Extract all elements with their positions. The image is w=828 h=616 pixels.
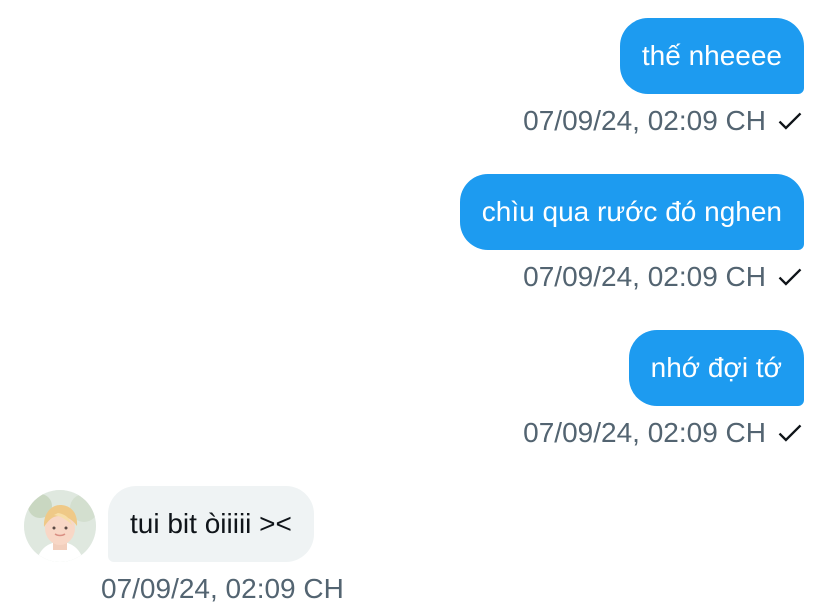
message-bubble[interactable]: thế nheeee	[619, 18, 804, 94]
avatar-icon[interactable]	[24, 490, 96, 562]
checkmark-icon	[778, 268, 802, 286]
conversation-thread: thế nheeee 07/09/24, 02:09 CH chìu qua r…	[0, 0, 828, 616]
message-timestamp: 07/09/24, 02:09 CH	[523, 417, 766, 448]
message-bubble[interactable]: tui bit òiiiii ><	[108, 486, 314, 562]
message-outgoing[interactable]: nhớ đợi tớ 07/09/24, 02:09 CH	[523, 330, 804, 450]
checkmark-icon	[778, 424, 802, 442]
message-bubble[interactable]: nhớ đợi tớ	[628, 330, 804, 406]
message-timestamp: 07/09/24, 02:09 CH	[523, 105, 766, 136]
message-timestamp: 07/09/24, 02:09 CH	[101, 573, 344, 604]
checkmark-icon	[778, 112, 802, 130]
message-outgoing[interactable]: thế nheeee 07/09/24, 02:09 CH	[523, 18, 804, 138]
message-outgoing[interactable]: chìu qua rước đó nghen 07/09/24, 02:09 C…	[459, 174, 804, 294]
message-row: tui bit òiiiii ><	[24, 486, 344, 562]
message-bubble[interactable]: chìu qua rước đó nghen	[459, 174, 804, 250]
message-timestamp: 07/09/24, 02:09 CH	[523, 261, 766, 292]
message-incoming[interactable]: tui bit òiiiii >< 07/09/24, 02:09 CH	[24, 486, 344, 606]
message-meta: 07/09/24, 02:09 CH	[523, 416, 804, 450]
message-meta: 07/09/24, 02:09 CH	[523, 260, 804, 294]
message-meta: 07/09/24, 02:09 CH	[523, 104, 804, 138]
